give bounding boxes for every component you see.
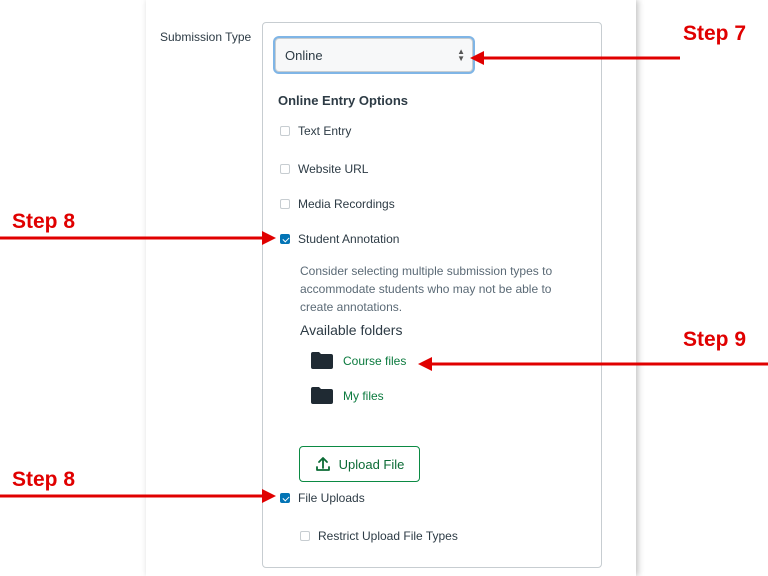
- step7-label: Step 7: [683, 22, 747, 45]
- step8-bottom-label: Step 8: [12, 468, 76, 491]
- step9-label: Step 9: [683, 328, 747, 351]
- step8-top-label: Step 8: [12, 210, 76, 233]
- step7-arrow: [470, 51, 680, 65]
- step9-arrow: [418, 357, 768, 371]
- annotation-arrows: [0, 51, 768, 503]
